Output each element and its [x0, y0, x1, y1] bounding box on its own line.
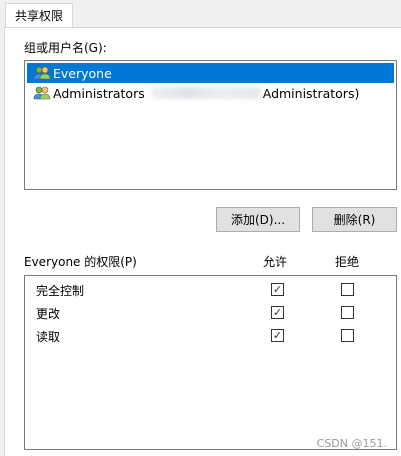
permission-name: 完全控制: [36, 284, 85, 298]
deny-checkbox[interactable]: [341, 306, 354, 319]
permission-row-change: 更改 ✓: [25, 302, 396, 324]
allow-checkbox[interactable]: ✓: [271, 306, 284, 319]
permissions-header: Everyone 的权限(P): [24, 255, 137, 269]
group-users-label: 组或用户名(G):: [24, 41, 107, 55]
permission-row-full-control: 完全控制 ✓: [25, 279, 396, 301]
add-button[interactable]: 添加(D)...: [216, 207, 300, 232]
watermark: CSDN @151.: [316, 437, 387, 450]
permissions-panel: 组或用户名(G): Everyone Administrators Admini…: [4, 27, 401, 456]
list-item-label: Everyone: [53, 65, 112, 81]
permission-name: 更改: [36, 307, 61, 321]
list-item-everyone[interactable]: Everyone: [27, 63, 394, 83]
deny-checkbox[interactable]: [341, 329, 354, 342]
tab-bar: 共享权限: [0, 0, 401, 28]
allow-column-header: 允许: [263, 255, 288, 269]
redacted-blur: [150, 87, 261, 99]
permission-row-read: 读取 ✓: [25, 325, 396, 347]
permission-name: 读取: [36, 330, 61, 344]
list-item-administrators[interactable]: Administrators Administrators): [27, 83, 394, 103]
remove-button[interactable]: 删除(R): [312, 207, 397, 232]
list-item-label-prefix: Administrators: [53, 85, 145, 101]
deny-column-header: 拒绝: [335, 255, 360, 269]
tab-share-permissions[interactable]: 共享权限: [5, 3, 74, 27]
list-item-label-suffix: Administrators): [262, 85, 360, 101]
user-group-icon: [33, 85, 51, 101]
allow-checkbox[interactable]: ✓: [271, 283, 284, 296]
deny-checkbox[interactable]: [341, 283, 354, 296]
group-users-listbox[interactable]: Everyone Administrators Administrators): [24, 60, 397, 190]
user-group-icon: [33, 65, 51, 81]
permissions-list: 完全控制 ✓ 更改 ✓ 读取 ✓: [24, 275, 397, 450]
allow-checkbox[interactable]: ✓: [271, 329, 284, 342]
